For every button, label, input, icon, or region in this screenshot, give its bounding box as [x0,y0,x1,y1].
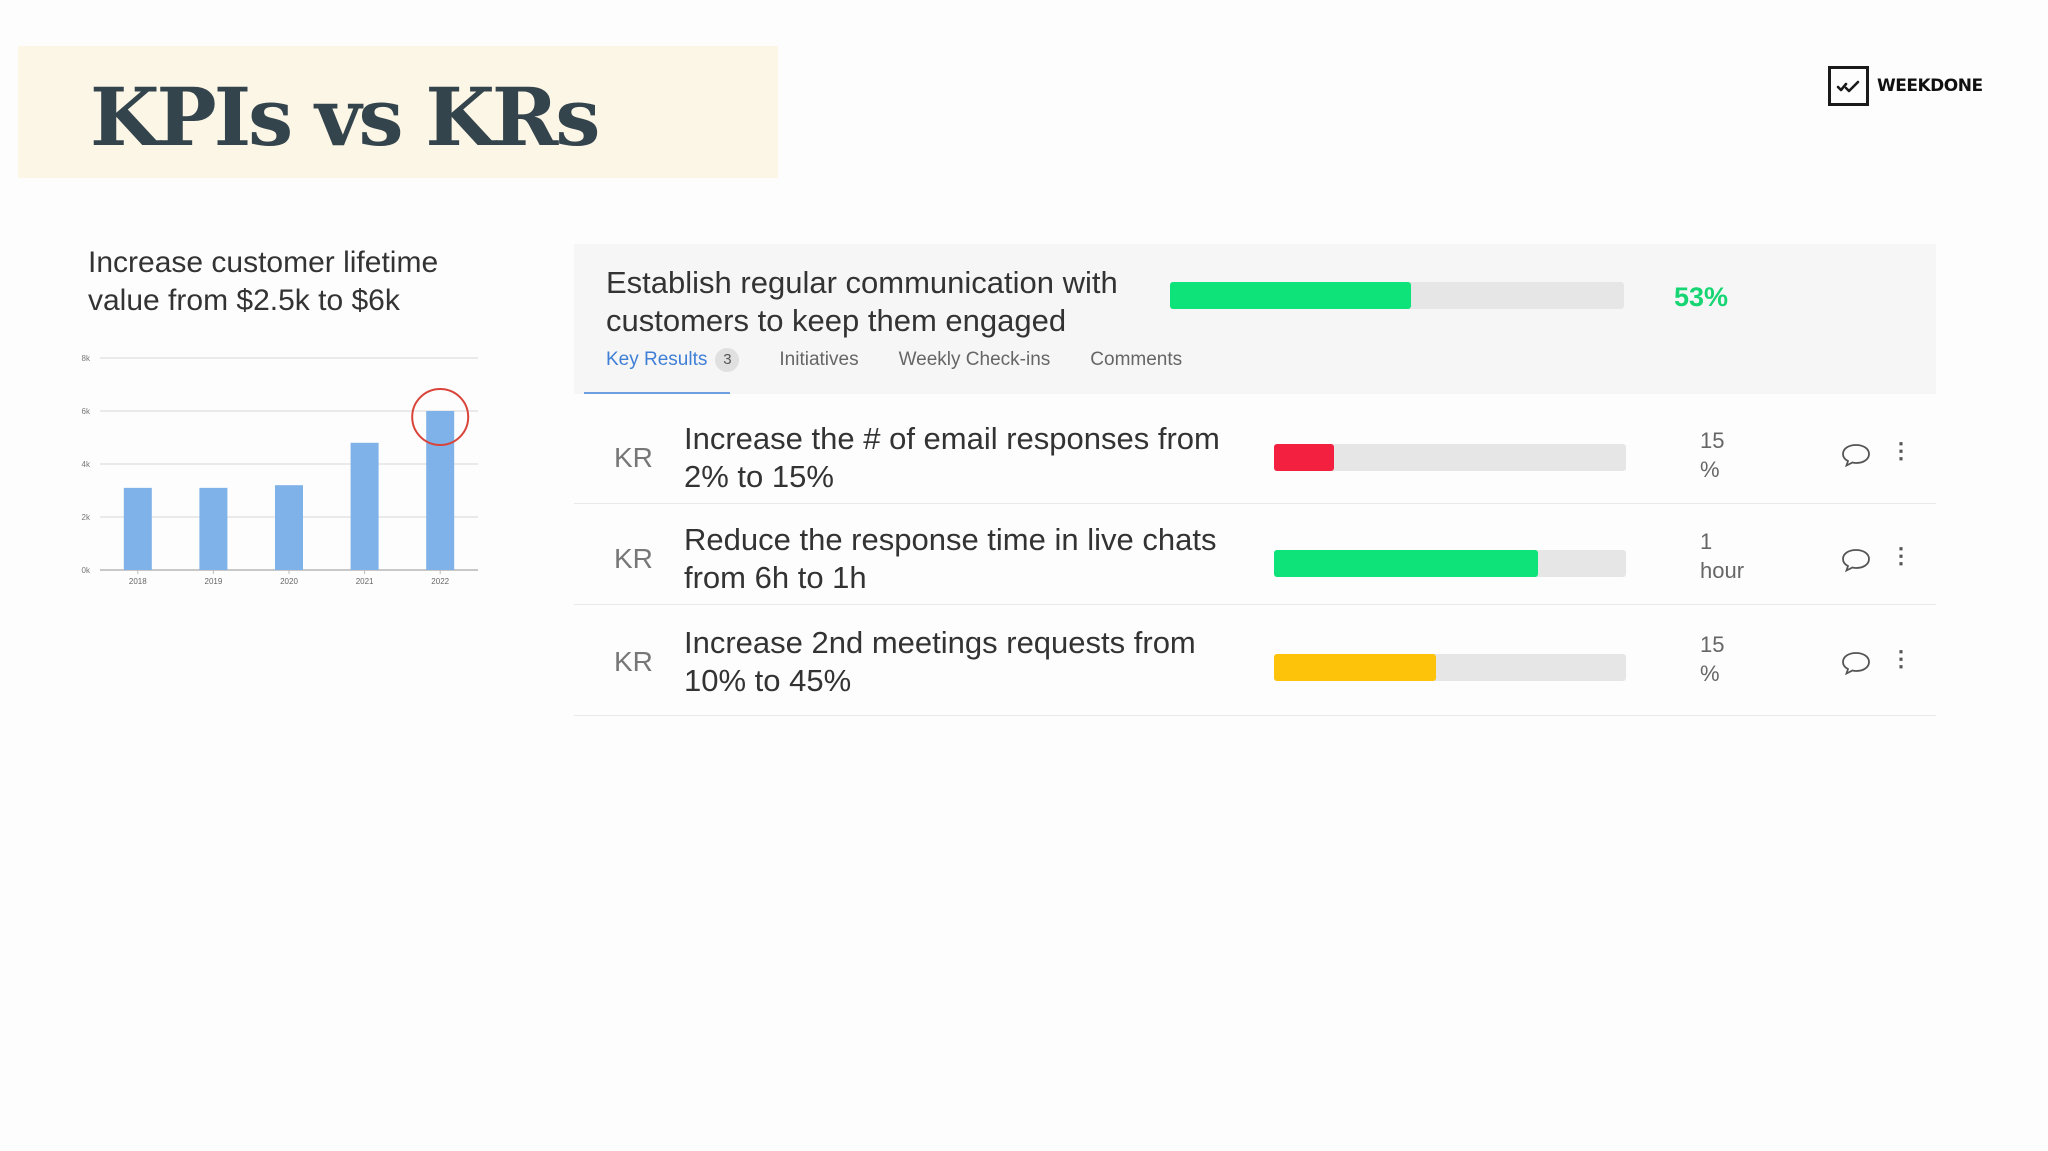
objective-panel: Establish regular communication with cus… [574,244,1936,394]
x-tick-label: 2018 [129,577,147,586]
tab-count-badge: 3 [715,348,740,372]
tab-label: Key Results [606,349,708,370]
tab-key-results[interactable]: Key Results 3 [606,348,740,372]
y-tick-label: 2k [82,513,91,522]
weekdone-logo: WEEKDONE [1828,66,1983,106]
y-tick-label: 4k [82,460,91,469]
kr-title[interactable]: Increase the # of email responses from 2… [684,420,1244,496]
x-tick-label: 2019 [205,577,223,586]
tab-label: Initiatives [779,349,859,370]
kr-value-number: 15 [1700,632,1725,657]
kr-tag: KR [614,646,653,677]
kr-progress-bar [1274,550,1626,577]
key-result-row[interactable]: KR Increase 2nd meetings requests from 1… [574,606,1936,716]
kr-value-number: 15 [1700,428,1725,453]
objective-progress-fill [1170,282,1411,309]
speech-bubble-icon[interactable] [1840,442,1872,473]
chart-bar [275,485,303,570]
title-banner: KPIs vs KRs [18,46,778,178]
vertical-dots-icon[interactable]: ⋮ [1890,646,1912,672]
kr-value-unit: hour [1700,558,1745,583]
objective-progress-label: 53% [1674,282,1729,312]
x-tick-label: 2020 [280,577,298,586]
kr-progress-bar [1274,444,1626,471]
key-result-row[interactable]: KR Reduce the response time in live chat… [574,505,1936,605]
objective-tabs: Key Results 3 Initiatives Weekly Check-i… [606,348,1222,372]
kr-progress-fill [1274,550,1538,577]
chart-bar [350,442,379,570]
kr-title[interactable]: Increase 2nd meetings requests from 10% … [684,624,1244,700]
page-title: KPIs vs KRs [90,70,600,164]
kr-tag: KR [614,442,653,473]
vertical-dots-icon[interactable]: ⋮ [1890,438,1912,464]
tab-comments[interactable]: Comments [1090,349,1182,371]
speech-bubble-icon[interactable] [1840,650,1872,681]
kr-tag: KR [614,543,653,574]
tab-label: Weekly Check-ins [898,349,1051,370]
kr-progress-fill [1274,654,1436,681]
kr-progress-bar [1274,654,1626,681]
tab-label: Comments [1090,349,1183,370]
kr-title[interactable]: Reduce the response time in live chats f… [684,521,1244,597]
check-chart-icon [1828,66,1869,106]
logo-text: WEEKDONE [1877,76,1983,96]
kr-value: 15 % [1700,426,1780,484]
kr-value-unit: % [1700,457,1720,482]
tab-initiatives[interactable]: Initiatives [779,349,858,371]
kpi-description: Increase customer lifetime value from $2… [88,246,439,317]
kr-value-number: 1 [1700,529,1713,554]
tab-weekly-check-ins[interactable]: Weekly Check-ins [899,349,1051,371]
chart-bar [199,487,228,570]
x-tick-label: 2021 [356,577,374,586]
y-tick-label: 0k [82,566,91,575]
objective-progress-bar [1170,282,1624,309]
y-tick-label: 8k [82,354,91,363]
chart-bar [123,487,152,570]
key-result-row[interactable]: KR Increase the # of email responses fro… [574,404,1936,504]
kr-value-unit: % [1700,661,1720,686]
speech-bubble-icon[interactable] [1840,547,1872,578]
kr-progress-fill [1274,444,1334,471]
kr-value: 1 hour [1700,527,1780,585]
kpi-bar-chart: 0k 2k 4k 6k 8k 2018 2019 2020 2021 2022 [82,354,478,586]
vertical-dots-icon[interactable]: ⋮ [1890,543,1912,569]
x-tick-label: 2022 [431,577,449,586]
kr-value: 15 % [1700,630,1780,688]
objective-title[interactable]: Establish regular communication with cus… [606,264,1166,340]
y-tick-label: 6k [82,407,91,416]
chart-bar [426,411,455,570]
active-tab-underline [584,392,730,394]
